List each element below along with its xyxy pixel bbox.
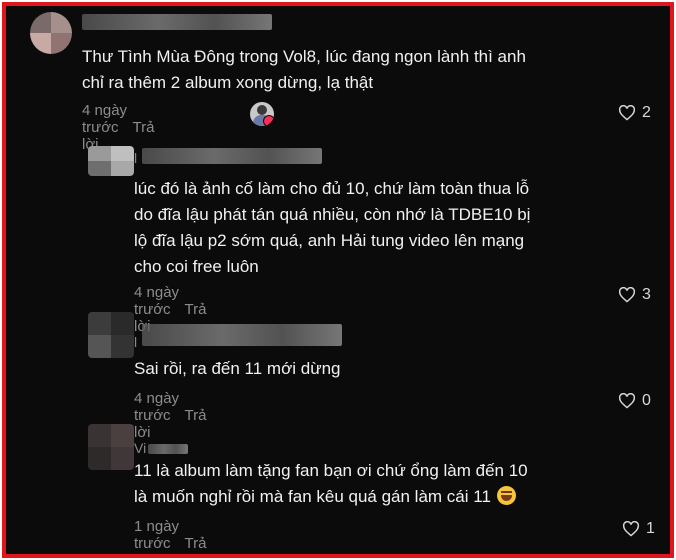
- username-blurred[interactable]: [142, 324, 342, 346]
- timestamp: 4 ngày trước: [134, 390, 180, 424]
- timestamp: 4 ngày trước: [82, 102, 128, 136]
- heart-outline-icon: [618, 287, 636, 303]
- like-button[interactable]: 3: [618, 286, 651, 304]
- like-count: 1: [646, 520, 655, 537]
- avatar[interactable]: [88, 424, 134, 470]
- username[interactable]: l: [134, 150, 137, 166]
- username[interactable]: l: [134, 334, 137, 350]
- heart-outline-icon: [618, 105, 636, 121]
- comment-text: Thư Tình Mùa Đông trong Vol8, lúc đang n…: [82, 47, 526, 92]
- comment-meta: 1 ngày trướcTrả lời: [134, 518, 207, 554]
- avatar[interactable]: [30, 12, 72, 54]
- avatar-blur: [88, 146, 134, 176]
- like-button[interactable]: 2: [618, 104, 651, 122]
- comment-text: Sai rồi, ra đến 11 mới dừng: [134, 359, 341, 378]
- avatar-blur: [30, 12, 72, 54]
- grinning-face-emoji-icon: [496, 486, 516, 505]
- comment-text: 11 là album làm tặng fan bạn ơi chứ ổng …: [134, 458, 614, 510]
- timestamp: 1 ngày trước: [134, 518, 180, 552]
- username-blurred[interactable]: [142, 148, 322, 164]
- username-blurred[interactable]: [82, 14, 272, 30]
- creator-liked-icon: [250, 102, 274, 126]
- avatar[interactable]: [88, 312, 134, 358]
- comment-text-content: 11 là album làm tặng fan bạn ơi chứ ổng …: [134, 461, 528, 506]
- like-button[interactable]: 0: [618, 392, 651, 410]
- username[interactable]: Vi: [134, 440, 146, 456]
- avatar-blur: [88, 424, 134, 470]
- like-count: 0: [642, 392, 651, 409]
- heart-outline-icon: [622, 521, 640, 537]
- comment-panel: Thư Tình Mùa Đông trong Vol8, lúc đang n…: [2, 2, 674, 558]
- username-blurred[interactable]: [148, 444, 188, 454]
- like-count: 2: [642, 104, 651, 121]
- avatar[interactable]: [88, 146, 134, 176]
- comment-text: lúc đó là ảnh cố làm cho đủ 10, chứ làm …: [134, 179, 531, 276]
- comment-meta: 4 ngày trướcTrả lời: [134, 390, 207, 441]
- timestamp: 4 ngày trước: [134, 284, 180, 318]
- heart-outline-icon: [618, 393, 636, 409]
- like-count: 3: [642, 286, 651, 303]
- like-button[interactable]: 1: [622, 520, 655, 538]
- avatar-blur: [88, 312, 134, 358]
